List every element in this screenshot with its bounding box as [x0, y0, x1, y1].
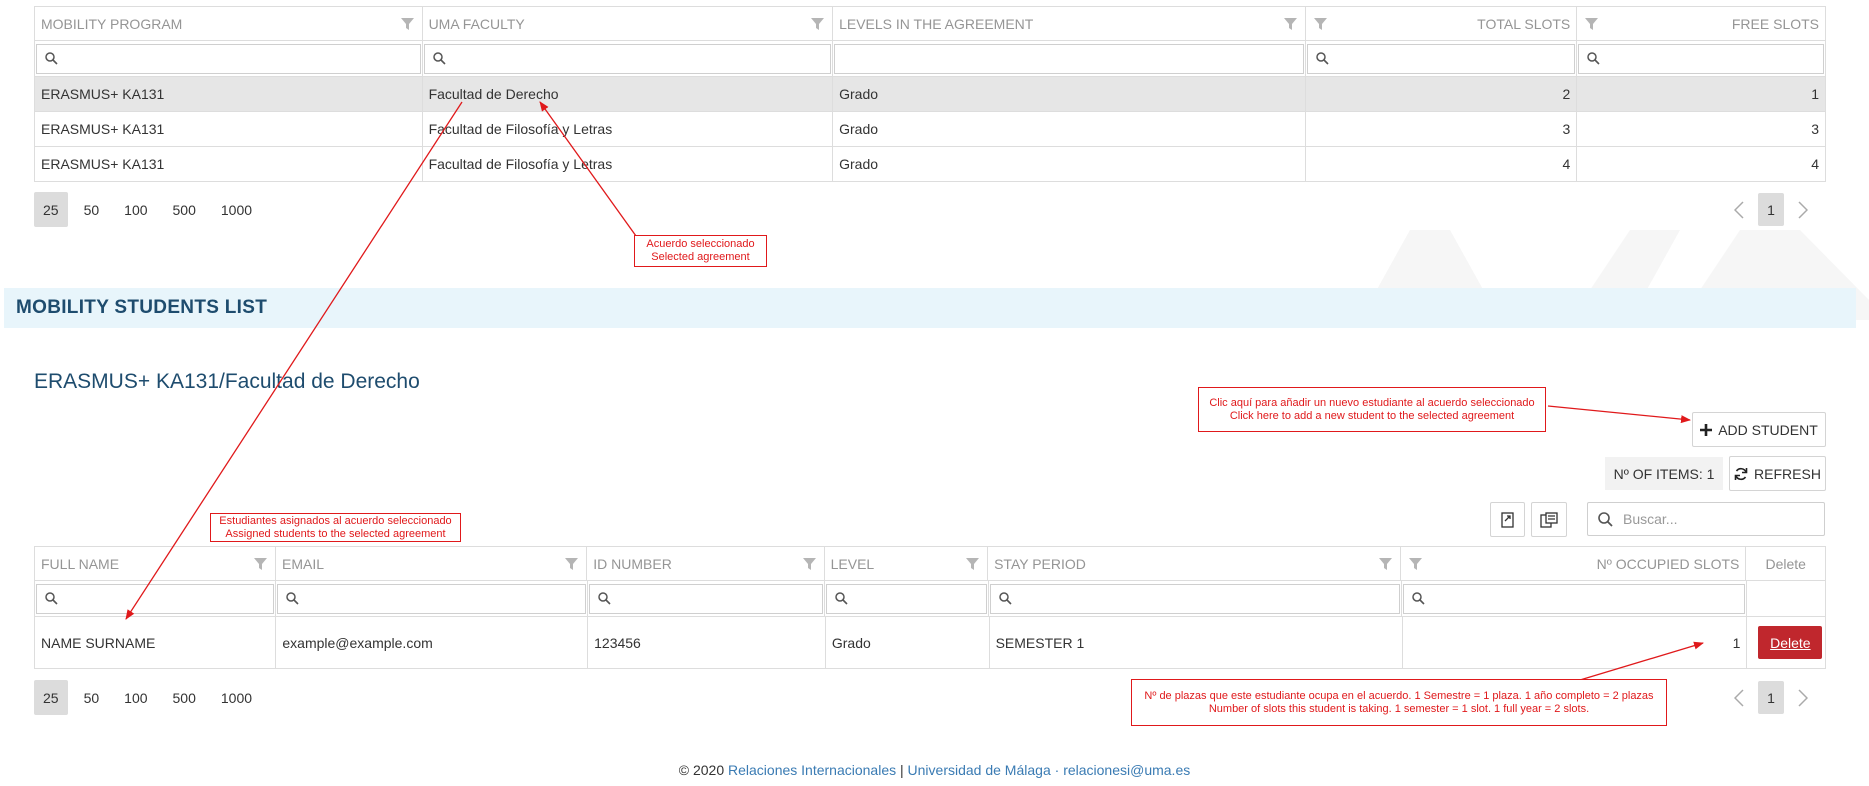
- email-link[interactable]: relacionesi@uma.es: [1063, 762, 1190, 778]
- annotation-text: Click here to add a new student to the s…: [1229, 409, 1515, 422]
- annotation-text: Estudiantes asignados al acuerdo selecci…: [219, 514, 452, 527]
- annotation-occupied-slots: Nº de plazas que este estudiante ocupa e…: [1131, 679, 1667, 726]
- annotation-text: Nº de plazas que este estudiante ocupa e…: [1144, 689, 1654, 702]
- annotation-text: Selected agreement: [651, 251, 750, 263]
- dot-separator: ·: [1054, 762, 1060, 778]
- annotation-text: Acuerdo seleccionado: [646, 238, 755, 250]
- annotation-selected-agreement: Acuerdo seleccionado Selected agreement: [634, 235, 767, 267]
- separator: |: [900, 762, 904, 778]
- uma-link[interactable]: Universidad de Málaga: [908, 762, 1051, 778]
- annotation-add-student: Clic aquí para añadir un nuevo estudiant…: [1198, 387, 1546, 432]
- relaciones-link[interactable]: Relaciones Internacionales: [728, 762, 896, 778]
- annotation-text: Assigned students to the selected agreem…: [225, 527, 446, 540]
- annotation-assigned-students: Estudiantes asignados al acuerdo selecci…: [210, 513, 461, 542]
- annotation-text: Clic aquí para añadir un nuevo estudiant…: [1209, 396, 1535, 409]
- copyright-text: © 2020: [678, 762, 725, 778]
- footer: © 2020 Relaciones Internacionales | Univ…: [0, 762, 1869, 778]
- annotation-text: Number of slots this student is taking. …: [1208, 702, 1590, 715]
- annotation-arrows: [125, 101, 1704, 681]
